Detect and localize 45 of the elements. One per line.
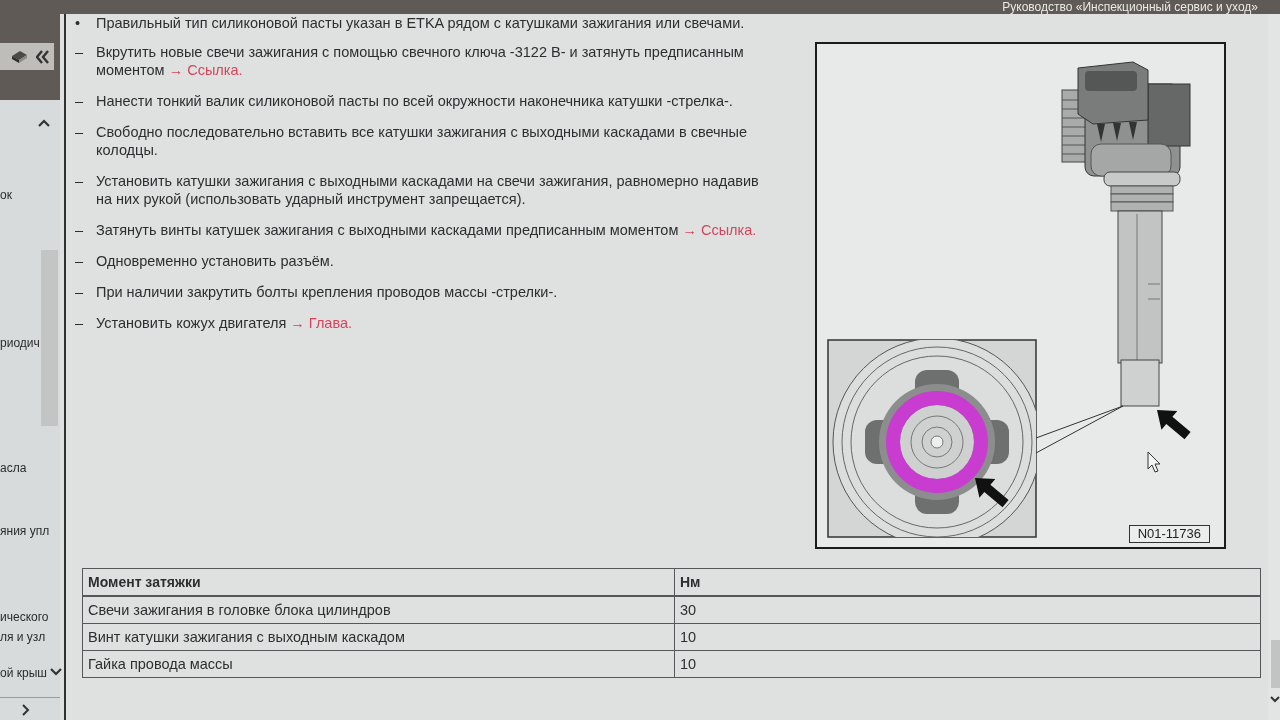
bullet: •: [75, 14, 82, 32]
mouse-cursor-icon: [1147, 451, 1161, 473]
instruction-text: Установить катушки зажигания с выходными каскадами на свечи зажигания, равномерно надавив на них рукой (использовать ударный инструмент запрещается).: [96, 172, 760, 208]
list-dash: –: [75, 92, 85, 110]
list-dash: –: [75, 252, 85, 270]
tree-item[interactable]: ой крыш: [0, 664, 47, 682]
tree-item[interactable]: ок: [0, 186, 12, 204]
chevron-down-icon[interactable]: [1270, 696, 1280, 703]
note-text: Правильный тип силиконовой пасты указан в ETKA рядом с катушками зажигания или свечами.: [96, 14, 745, 32]
table-cell: 10: [674, 623, 1261, 651]
instruction-text: Свободно последовательно вставить все катушки зажигания с выходными каскадами в свечные колодцы.: [96, 123, 749, 159]
tree-item[interactable]: яния упл: [0, 522, 50, 540]
instruction-text: Затянуть винты катушек зажигания с выходными каскадами предписанным моментом → Ссылка.: [96, 221, 758, 239]
column-header: Нм: [674, 568, 1261, 596]
figure-code: N01-11736: [1128, 525, 1210, 543]
instruction-text: Одновременно установить разъём.: [96, 252, 335, 270]
scrollbar-thumb[interactable]: [1271, 640, 1280, 688]
column-header: Момент затяжки: [82, 568, 675, 596]
double-chevron-left-icon[interactable]: [36, 49, 49, 64]
instruction-text: Нанести тонкий валик силиконовой пасты по всей окружности наконечника катушки -стрелка-.: [96, 92, 734, 110]
table-cell: 10: [674, 650, 1261, 678]
arrow-icon: [975, 478, 1009, 508]
instruction-text: Установить кожух двигателя → Глава.: [96, 314, 354, 332]
table-cell: Винт катушки зажигания с выходным каскадом: [82, 623, 675, 651]
tree-item[interactable]: ического: [0, 608, 49, 626]
arrow-icon: [1157, 410, 1191, 440]
instruction-text: Вкрутить новые свечи зажигания с помощью свечного ключа -3122 B- и затянуть предписанным моментом → Ссылка.: [96, 43, 745, 79]
window-title: Руководство «Инспекционный сервис и уход»: [1002, 0, 1258, 14]
list-dash: –: [75, 283, 85, 301]
list-dash: –: [75, 43, 85, 62]
book-icon[interactable]: [11, 49, 28, 64]
chevron-right-icon[interactable]: [22, 704, 30, 716]
chevron-up-icon[interactable]: [38, 119, 50, 127]
chevron-down-icon[interactable]: [50, 668, 62, 676]
tree-item[interactable]: ля и узл: [0, 628, 46, 646]
instruction-text: При наличии закрутить болты крепления проводов массы -стрелки-.: [96, 283, 559, 301]
list-dash: –: [75, 123, 85, 142]
tree-item[interactable]: асла: [0, 459, 27, 477]
list-dash: –: [75, 172, 85, 191]
table-cell: Гайка провода массы: [82, 650, 675, 678]
table-cell: 30: [674, 596, 1261, 624]
table-cell: Свечи зажигания в головке блока цилиндров: [82, 596, 675, 624]
list-dash: –: [75, 221, 85, 239]
tree-item[interactable]: риодич: [0, 334, 40, 352]
list-dash: –: [75, 314, 85, 332]
